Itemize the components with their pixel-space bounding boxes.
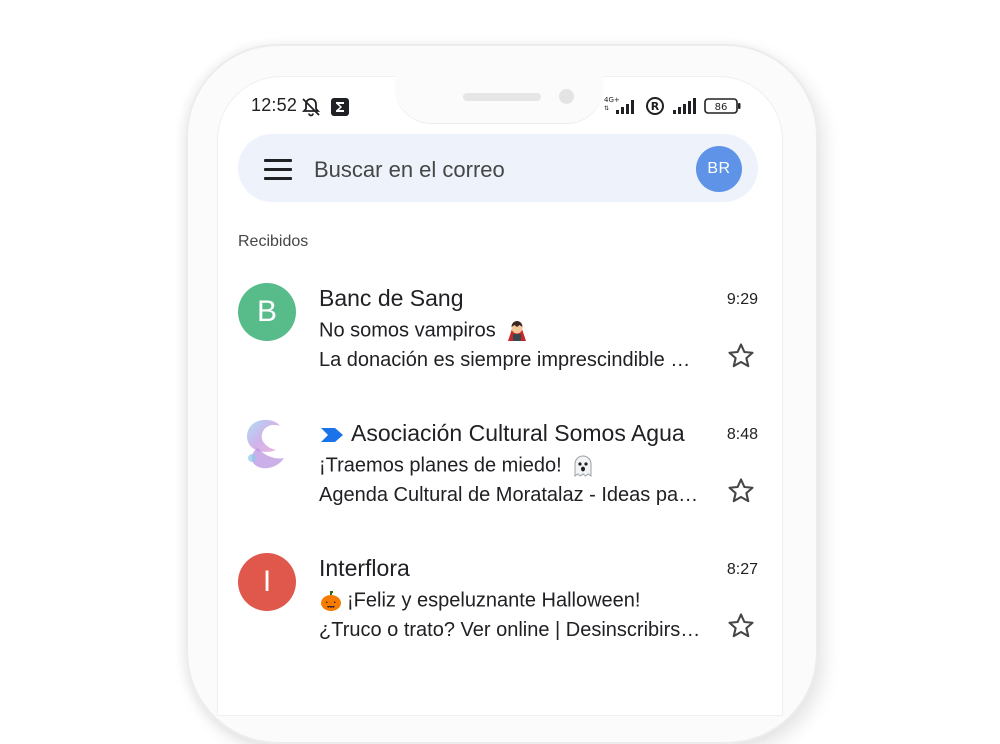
inbox-label: Recibidos bbox=[238, 233, 309, 250]
battery-level: 86 bbox=[715, 102, 728, 113]
subject-text: ¡Traemos planes de miedo! bbox=[319, 454, 562, 477]
front-camera bbox=[559, 89, 574, 104]
status-icons-left bbox=[300, 96, 350, 118]
email-time: 8:27 bbox=[726, 561, 758, 578]
sender-name: Asociación Cultural Somos Agua bbox=[319, 420, 685, 447]
vampire-emoji-icon bbox=[508, 321, 527, 341]
email-snippet: La donación es siempre imprescindible … bbox=[319, 349, 691, 371]
signal-strength-icon bbox=[673, 98, 696, 114]
email-snippet: Agenda Cultural de Moratalaz - Ideas pa… bbox=[319, 484, 699, 506]
email-subject: No somos vampiros bbox=[319, 319, 529, 343]
sender-avatar[interactable]: I bbox=[238, 553, 296, 611]
speaker-grille bbox=[463, 93, 541, 101]
subject-text: ¡Feliz y espeluznante Halloween! bbox=[347, 589, 641, 612]
star-icon[interactable] bbox=[726, 341, 756, 371]
email-subject: ¡Traemos planes de miedo! bbox=[319, 454, 595, 478]
sender-name: Banc de Sang bbox=[319, 285, 464, 311]
email-snippet: ¿Truco o trato? Ver online | Desinscribi… bbox=[319, 619, 701, 641]
subject-text: No somos vampiros bbox=[319, 319, 496, 342]
search-input[interactable]: Buscar en el correo bbox=[314, 157, 505, 183]
status-time: 12:52 bbox=[251, 95, 298, 115]
sender-name: Interflora bbox=[319, 555, 410, 581]
importance-marker-icon bbox=[321, 427, 343, 442]
svg-text:R: R bbox=[651, 100, 660, 113]
mobile-signal-icon: 4G+ ⇅ bbox=[604, 96, 634, 114]
roaming-icon: R bbox=[646, 97, 664, 115]
star-icon[interactable] bbox=[726, 476, 756, 506]
ghost-emoji-icon bbox=[574, 455, 592, 477]
battery-icon: 86 bbox=[704, 98, 741, 114]
email-time: 8:48 bbox=[726, 426, 758, 443]
star-icon[interactable] bbox=[726, 611, 756, 641]
sender-avatar[interactable]: B bbox=[238, 283, 296, 341]
email-time: 9:29 bbox=[726, 291, 758, 308]
search-bar[interactable]: Buscar en el correo BR bbox=[238, 134, 758, 202]
hamburger-menu-icon[interactable] bbox=[264, 159, 292, 180]
network-type-label: 4G+ bbox=[604, 96, 620, 104]
phone-notch bbox=[395, 76, 603, 124]
email-row[interactable]: B Banc de Sang 9:29 No somos vampiros La… bbox=[232, 283, 772, 403]
email-row[interactable]: I Interflora 8:27 ¡Feliz y espeluznante … bbox=[232, 553, 772, 673]
email-subject: ¡Feliz y espeluznante Halloween! bbox=[319, 589, 641, 613]
sender-name-text: Asociación Cultural Somos Agua bbox=[351, 420, 685, 446]
sigma-app-icon bbox=[331, 98, 349, 116]
account-avatar-button[interactable]: BR bbox=[696, 146, 742, 192]
muted-bell-icon bbox=[301, 98, 321, 117]
status-icons-right: 4G+ ⇅ R 86 bbox=[604, 96, 742, 116]
svg-text:⇅: ⇅ bbox=[604, 105, 609, 112]
email-row[interactable]: Asociación Cultural Somos Agua 8:48 ¡Tra… bbox=[232, 418, 772, 538]
pumpkin-emoji-icon bbox=[321, 591, 341, 611]
sender-avatar[interactable] bbox=[238, 418, 296, 476]
watercolor-logo-icon bbox=[246, 419, 284, 469]
